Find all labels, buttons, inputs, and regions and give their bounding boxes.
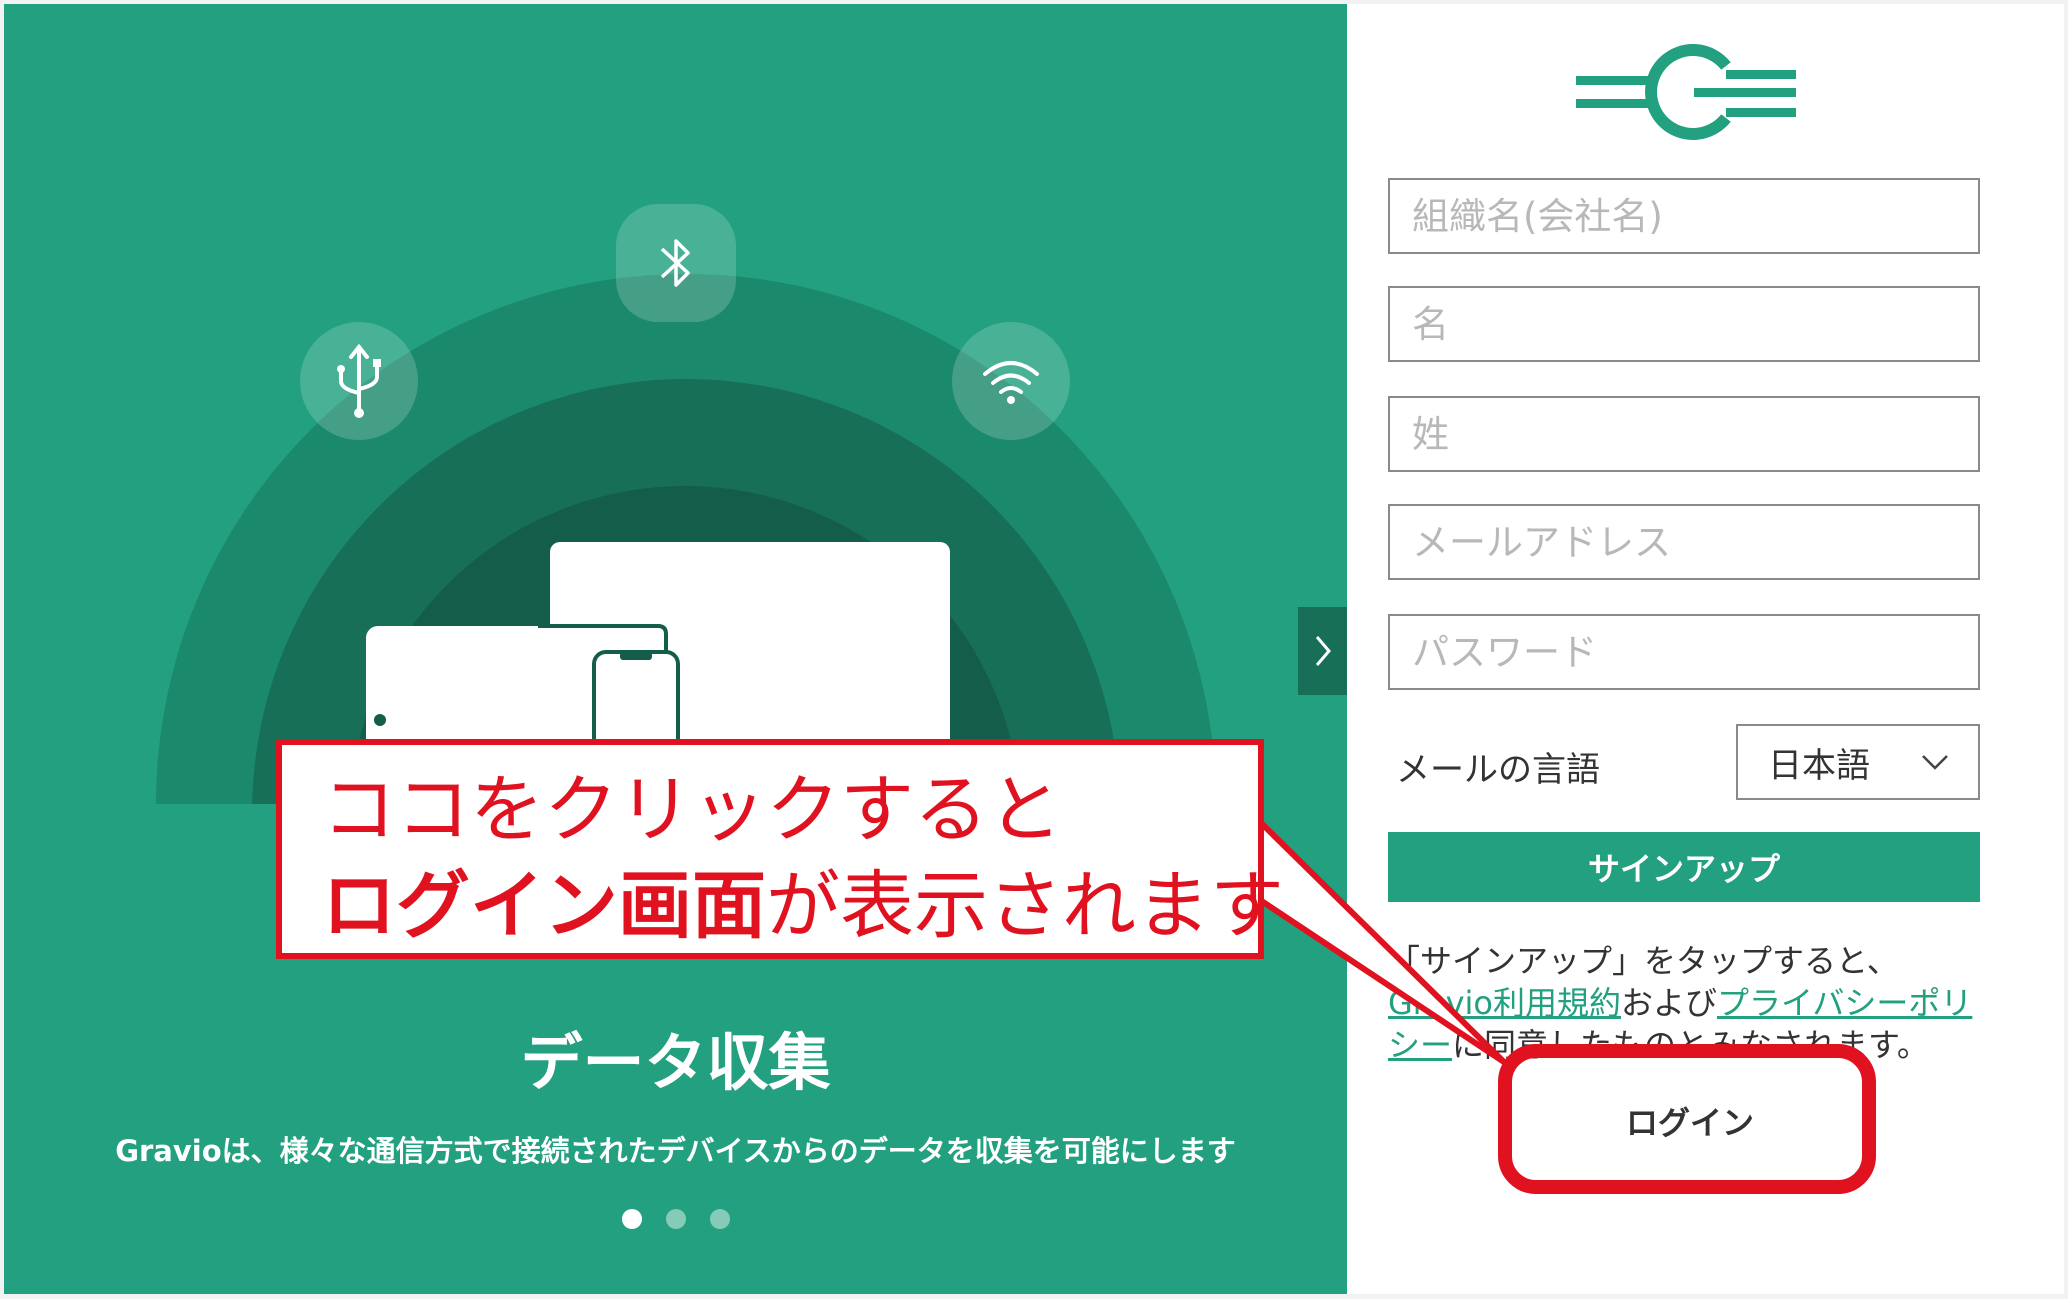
annotation-text: ココをクリックすると ログイン画面が表示されます [322, 762, 1284, 954]
annotation-line-2-rest: が表示されます [766, 863, 1284, 949]
login-highlight [1498, 1044, 1876, 1194]
annotation-line-2-strong: ログイン画面 [322, 863, 766, 949]
annotation-line-1: ココをクリックすると [322, 767, 1062, 853]
app-window: データ収集 Gravioは、様々な通信方式で接続されたデバイスからのデータを収集… [4, 4, 2064, 1294]
